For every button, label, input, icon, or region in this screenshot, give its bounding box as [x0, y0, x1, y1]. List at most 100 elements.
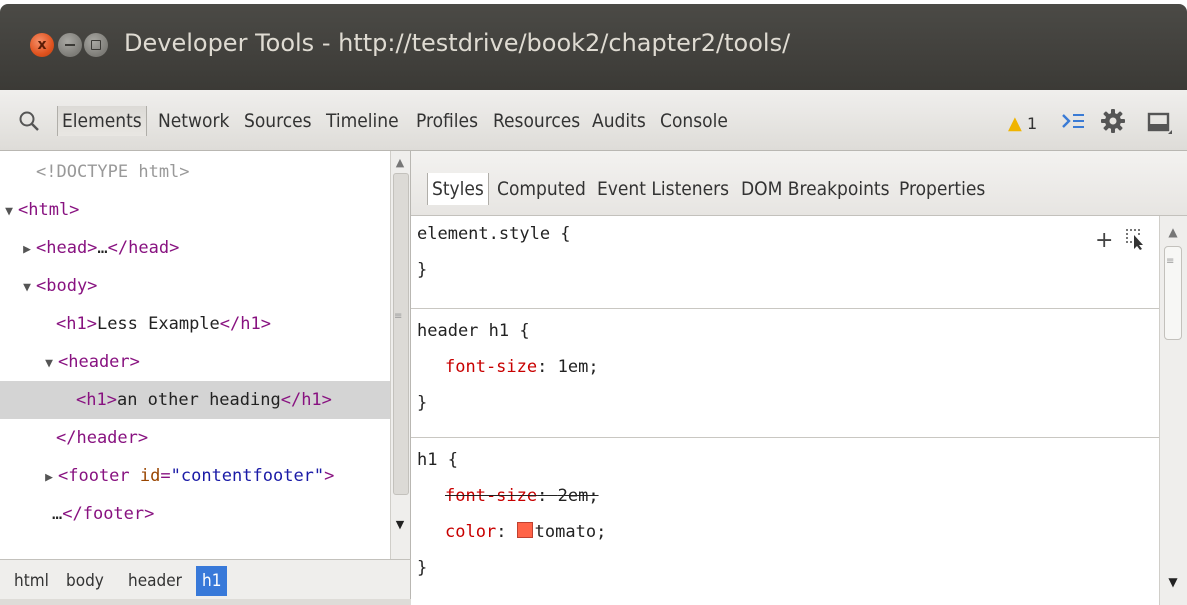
close-window-button[interactable]: x — [30, 33, 54, 57]
dom-line-selected-h1[interactable]: <h1>an other heading</h1> — [0, 381, 390, 419]
tag-text: > — [324, 466, 335, 486]
collapsed-arrow-icon[interactable]: ▶ — [40, 459, 58, 497]
elements-scrollbar[interactable]: ▲ ≡ ▼ — [390, 151, 410, 559]
element-selector-icon[interactable] — [1125, 228, 1147, 250]
scroll-down-icon[interactable]: ▼ — [1164, 572, 1182, 592]
dom-tree: <!DOCTYPE html> ▼ <html> ▶ <head>…</head> … — [0, 151, 390, 559]
tag-text: </head> — [107, 238, 180, 258]
title-bar: x Developer Tools - http://testdrive/boo… — [0, 4, 1187, 90]
dom-line-body[interactable]: ▼ <body> — [0, 267, 390, 305]
attr-value: "contentfooter" — [170, 466, 325, 486]
dom-line-head[interactable]: ▶ <head>…</head> — [0, 229, 390, 267]
tag-text: </h1> — [280, 390, 332, 410]
dom-line-h1[interactable]: <h1>Less Example</h1> — [0, 305, 390, 343]
property-row[interactable]: font-size: 1em; — [411, 349, 1159, 385]
breadcrumb: html body header h1 — [0, 559, 411, 600]
node-text: Less Example — [96, 314, 220, 334]
tag-text: <footer — [58, 466, 140, 486]
node-text: an other heading — [116, 390, 281, 410]
attr-equals: = — [160, 466, 171, 486]
ellipsis-text: … — [97, 238, 108, 258]
breadcrumb-header[interactable]: header — [122, 566, 188, 596]
rule-element-style: element.style { } + — [411, 216, 1159, 309]
expanded-arrow-icon[interactable]: ▼ — [40, 345, 58, 383]
tag-text: </header> — [56, 428, 149, 448]
warning-counter[interactable]: ▲ 1 — [1008, 113, 1037, 134]
property-value[interactable]: 2em; — [558, 486, 599, 506]
grip-icon: ≡ — [394, 311, 403, 322]
minimize-window-button[interactable] — [58, 33, 82, 57]
tab-properties[interactable]: Properties — [899, 173, 985, 205]
styles-scrollbar[interactable]: ▲ ≡ ▼ — [1159, 216, 1187, 605]
scroll-up-icon[interactable]: ▲ — [1164, 222, 1182, 242]
tag-text: </footer> — [62, 504, 155, 524]
dock-icon[interactable] — [1146, 110, 1172, 134]
dom-line-footer[interactable]: ▶ <footer id="contentfooter"> — [0, 457, 390, 495]
rule-selector[interactable]: element.style { — [411, 216, 1159, 252]
tab-styles[interactable]: Styles — [427, 173, 489, 205]
tab-resources[interactable]: Resources — [493, 106, 580, 136]
tab-timeline[interactable]: Timeline — [326, 106, 399, 136]
tab-console[interactable]: Console — [660, 106, 728, 136]
rule-close-brace: } — [417, 393, 428, 413]
doctype-text: <!DOCTYPE html> — [36, 162, 190, 182]
property-row-overridden[interactable]: font-size: 2em; — [411, 478, 1159, 514]
tab-dom-breakpoints[interactable]: DOM Breakpoints — [741, 173, 890, 205]
ellipsis-text: … — [52, 504, 63, 524]
styles-sidebar: Styles Computed Event Listeners DOM Brea… — [411, 151, 1187, 605]
window-title: Developer Tools - http://testdrive/book2… — [124, 29, 791, 57]
rule-h1: h1 { font-size: 2em; color: tomato; } — [411, 438, 1159, 605]
console-drawer-icon[interactable] — [1060, 110, 1086, 132]
breadcrumb-h1[interactable]: h1 — [196, 566, 228, 596]
color-swatch[interactable] — [516, 522, 533, 538]
dom-line-doctype[interactable]: <!DOCTYPE html> — [0, 153, 390, 191]
dom-line-header-close[interactable]: </header> — [0, 419, 390, 457]
sidebar-tabs: Styles Computed Event Listeners DOM Brea… — [411, 151, 1187, 216]
tab-audits[interactable]: Audits — [592, 106, 646, 136]
dom-line-html[interactable]: ▼ <html> — [0, 191, 390, 229]
dom-line-footer-close[interactable]: …</footer> — [0, 495, 390, 533]
minimize-icon — [65, 44, 75, 46]
close-icon: x — [37, 37, 47, 53]
tag-text: </h1> — [219, 314, 271, 334]
tag-text: <h1> — [56, 314, 97, 334]
collapsed-arrow-icon[interactable]: ▶ — [18, 231, 36, 269]
search-icon[interactable] — [18, 110, 40, 132]
scroll-down-icon[interactable]: ▼ — [392, 515, 408, 535]
property-name[interactable]: font-size — [445, 357, 537, 377]
add-rule-icon[interactable]: + — [1095, 228, 1113, 253]
tab-event-listeners[interactable]: Event Listeners — [597, 173, 729, 205]
warning-icon: ▲ — [1008, 113, 1022, 134]
gear-icon[interactable] — [1100, 108, 1126, 134]
scroll-up-icon[interactable]: ▲ — [392, 153, 408, 173]
tag-text: <header> — [58, 352, 140, 372]
tab-computed[interactable]: Computed — [497, 173, 586, 205]
dom-line-header[interactable]: ▼ <header> — [0, 343, 390, 381]
breadcrumb-body[interactable]: body — [60, 566, 110, 596]
breadcrumb-html[interactable]: html — [8, 566, 55, 596]
expanded-arrow-icon[interactable]: ▼ — [0, 193, 18, 231]
devtools-toolbar: Elements Network Sources Timeline Profil… — [0, 90, 1187, 151]
property-name[interactable]: color — [445, 522, 496, 542]
tag-text: <html> — [18, 200, 80, 220]
grip-icon: ≡ — [1166, 256, 1175, 267]
property-value[interactable]: 1em; — [558, 357, 599, 377]
warning-count: 1 — [1026, 114, 1038, 133]
maximize-window-button[interactable] — [84, 33, 108, 57]
elements-tree-pane: <!DOCTYPE html> ▼ <html> ▶ <head>…</head> … — [0, 151, 411, 559]
expanded-arrow-icon[interactable]: ▼ — [18, 269, 36, 307]
tab-network[interactable]: Network — [158, 106, 229, 136]
property-row[interactable]: color: tomato; — [411, 514, 1159, 550]
tab-sources[interactable]: Sources — [244, 106, 312, 136]
rule-selector[interactable]: h1 { — [411, 438, 1159, 478]
rule-selector[interactable]: header h1 { — [411, 309, 1159, 349]
tab-elements[interactable]: Elements — [57, 106, 147, 136]
scroll-thumb[interactable] — [393, 173, 409, 495]
property-name[interactable]: font-size — [445, 486, 537, 506]
property-value[interactable]: tomato; — [535, 522, 607, 542]
devtools-window: x Developer Tools - http://testdrive/boo… — [0, 4, 1187, 605]
rule-close-brace: } — [417, 260, 428, 280]
style-rules: element.style { } + header h1 { font-siz… — [411, 216, 1159, 605]
rule-header-h1: header h1 { font-size: 1em; } — [411, 309, 1159, 438]
tab-profiles[interactable]: Profiles — [416, 106, 478, 136]
